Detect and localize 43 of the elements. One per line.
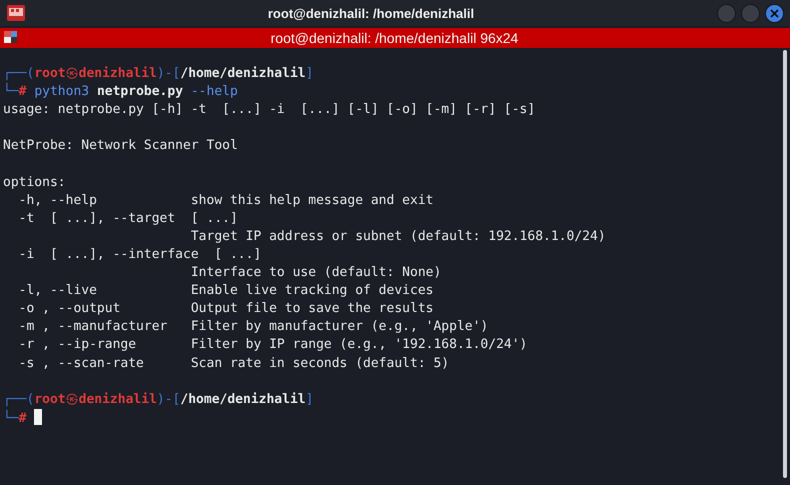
split-view-icon <box>4 31 19 45</box>
output-line: usage: netprobe.py [-h] -t [...] -i [...] [-l] [-o] [-m] [-r] [-s] <box>3 102 536 118</box>
prompt-hash: # <box>18 410 26 426</box>
prompt-frame: ] <box>306 392 314 407</box>
terminal-app-icon <box>7 5 25 21</box>
command-script: netprobe.py <box>96 84 184 100</box>
command-program: python3 <box>34 84 90 100</box>
prompt-at-symbol: ㉿ <box>66 66 79 81</box>
output-line: -i [ ...], --interface [ ...] <box>18 246 262 262</box>
terminal-tab[interactable]: root@denizhalil: /home/denizhalil 96x24 <box>0 28 790 48</box>
prompt-user: root <box>34 392 66 407</box>
prompt-frame: ┌──( <box>3 66 34 81</box>
prompt-path: /home/denizhalil <box>180 392 306 407</box>
output-line: Interface to use (default: None) <box>190 265 442 280</box>
prompt-frame: )-[ <box>156 66 180 81</box>
prompt-frame: ] <box>306 66 314 81</box>
output-line: Target IP address or subnet (default: 192.168.1.0/24) <box>190 228 606 244</box>
prompt-frame: )-[ <box>156 392 180 407</box>
minimize-button[interactable] <box>717 4 736 22</box>
prompt-user: root <box>34 66 66 81</box>
output-line: -s , --scan-rate Scan rate in seconds (default: 5) <box>18 356 450 370</box>
output-line: -t [ ...], --target [ ...] <box>18 210 238 226</box>
output-line: -m , --manufacturer Filter by manufacturer (e.g., 'Apple') <box>18 319 488 334</box>
close-button[interactable] <box>765 4 784 22</box>
prompt-frame: ┌──( <box>3 392 34 407</box>
output-line: -h, --help show this help message and exit <box>18 192 434 208</box>
close-icon <box>770 8 779 18</box>
output-line: -l, --live Enable live tracking of devices <box>18 283 434 298</box>
command-argument: --help <box>190 84 238 100</box>
scrollbar[interactable] <box>783 50 787 478</box>
prompt-host: denizhalil <box>78 66 157 81</box>
window-title: root@denizhalil: /home/denizhalil <box>268 6 474 20</box>
output-line: options: <box>3 174 66 190</box>
output-line: -o , --output Output file to save the results <box>18 301 434 316</box>
output-line: NetProbe: Network Scanner Tool <box>3 138 238 154</box>
prompt-corner: └─ <box>3 84 19 100</box>
prompt-hash: # <box>18 84 26 100</box>
output-line: -r , --ip-range Filter by IP range (e.g., '192.168.1.0/24') <box>18 337 528 352</box>
prompt-corner: └─ <box>3 410 19 426</box>
prompt-path: /home/denizhalil <box>180 66 306 81</box>
prompt-host: denizhalil <box>78 392 157 407</box>
prompt-at-symbol: ㉿ <box>66 392 79 407</box>
maximize-button[interactable] <box>741 4 760 22</box>
